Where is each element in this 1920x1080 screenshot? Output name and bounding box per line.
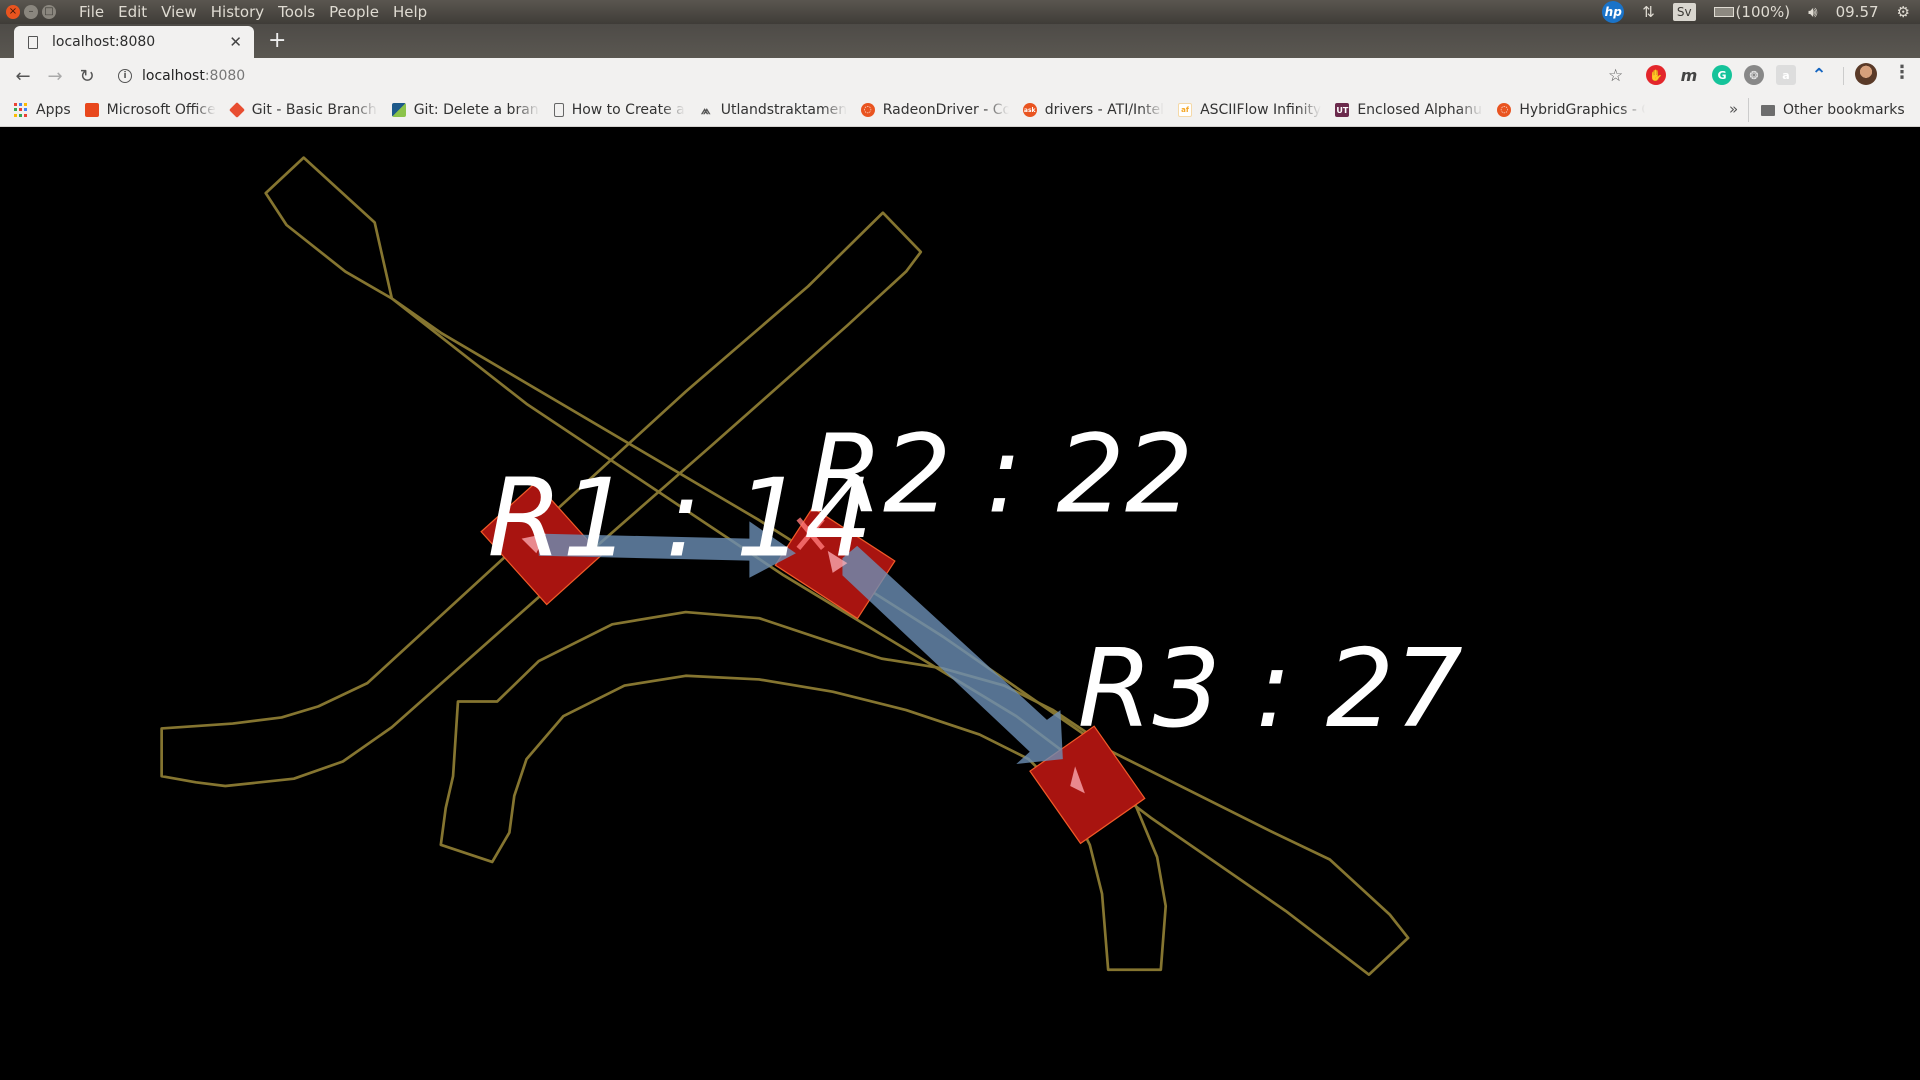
toolbar-divider (1843, 67, 1844, 85)
chat-extension-icon[interactable]: a (1776, 65, 1796, 85)
bookmarks-overflow-button[interactable]: » (1729, 100, 1738, 118)
path-arrow-r2-r3 (842, 545, 1063, 764)
menu-help[interactable]: Help (386, 3, 434, 21)
back-arrow-icon[interactable]: ← (10, 63, 36, 89)
site-info-icon[interactable]: i (118, 69, 132, 83)
system-tray: hp ⇅ Sv (100%) 🔊︎ 09.57 ⚙ (1602, 0, 1920, 24)
bookmark-how-to-create[interactable]: How to Create a (553, 98, 685, 122)
m-extension-icon[interactable]: m (1679, 65, 1699, 85)
address-port: :8080 (204, 68, 246, 84)
window-close-button[interactable]: × (6, 5, 20, 19)
bookmark-label: Git - Basic Branching (251, 102, 378, 118)
vpn-extension-icon[interactable]: ⌃ (1809, 65, 1829, 86)
apps-grid-icon (14, 103, 28, 117)
bookmark-enclosed-alphanumerics[interactable]: UT Enclosed Alphanumerics (1335, 98, 1483, 122)
adblock-icon[interactable]: ✋ (1646, 65, 1666, 85)
bookmark-label: RadeonDriver - Community (882, 102, 1009, 118)
battery-percentage: (100%) (1735, 3, 1791, 21)
browser-toolbar: ← → ↻ i localhost:8080 ☆ ✋ m G ❂ a ⌃ ⋮ (0, 58, 1920, 94)
bookmark-asciiflow[interactable]: af ASCIIFlow Infinity (1178, 98, 1321, 122)
unicode-table-icon: UT (1335, 103, 1350, 117)
bookmark-label: Microsoft Office (106, 102, 216, 118)
bookmark-radeondriver[interactable]: ◌ RadeonDriver - Community (860, 98, 1009, 122)
tab-title: localhost:8080 (52, 34, 156, 50)
bookmark-star-icon[interactable]: ☆ (1608, 66, 1623, 86)
battery-indicator[interactable]: (100%) (1713, 3, 1791, 21)
film-reel-icon[interactable]: ❂ (1744, 65, 1764, 85)
grammarly-icon[interactable]: G (1712, 65, 1732, 85)
bookmark-hybridgraphics[interactable]: ◌ HybridGraphics - Community (1497, 98, 1645, 122)
bookmark-utlandstraktamente[interactable]: ⩕ Utlandstraktamente (699, 98, 847, 122)
bookmark-git-delete-branch[interactable]: Git: Delete a branch (391, 98, 540, 122)
bookmark-label: Git: Delete a branch (413, 102, 540, 118)
tab-localhost[interactable]: localhost:8080 ✕ (14, 26, 254, 58)
profile-avatar[interactable] (1855, 63, 1877, 85)
menu-file[interactable]: File (72, 3, 111, 21)
bookmark-label: How to Create a (571, 102, 685, 118)
address-bar[interactable]: i localhost:8080 (108, 61, 1648, 91)
window-maximize-button[interactable]: □ (42, 5, 56, 19)
keyboard-layout-indicator[interactable]: Sv (1672, 3, 1696, 21)
volume-icon[interactable]: 🔊︎ (1808, 3, 1817, 21)
tab-close-icon[interactable]: ✕ (229, 33, 242, 51)
git-icon (228, 102, 245, 118)
page-icon (28, 35, 38, 49)
network-transfer-icon[interactable]: ⇅ (1642, 3, 1655, 21)
menu-view[interactable]: View (154, 3, 204, 21)
menu-tools[interactable]: Tools (271, 3, 322, 21)
bookmark-microsoft-office[interactable]: Microsoft Office (84, 98, 216, 122)
menu-edit[interactable]: Edit (111, 3, 154, 21)
power-gear-icon[interactable]: ⚙ (1897, 3, 1910, 21)
other-bookmarks-label: Other bookmarks (1783, 102, 1905, 118)
new-tab-button[interactable]: + (268, 28, 286, 53)
app-menu-bar: File Edit View History Tools People Help (72, 3, 434, 21)
menu-people[interactable]: People (322, 3, 386, 21)
ubuntu-icon: ◌ (860, 103, 875, 117)
window-minimize-button[interactable]: – (24, 5, 38, 19)
ubuntu-icon: ◌ (1497, 103, 1512, 117)
clock[interactable]: 09.57 (1836, 3, 1879, 21)
other-bookmarks-button[interactable]: Other bookmarks (1748, 98, 1905, 122)
bookmark-label: Utlandstraktamente (720, 102, 847, 118)
bookmark-label: Enclosed Alphanumerics (1357, 102, 1483, 118)
bookmark-label: Apps (36, 102, 71, 118)
region-label-r2: R2 : 22 (808, 413, 1193, 538)
git-tower-icon (391, 103, 406, 117)
address-host: localhost (142, 68, 205, 84)
bookmark-drivers-ati-intel[interactable]: ask drivers - ATI/Intel (1022, 98, 1165, 122)
road-map-canvas[interactable]: R1 : 14 R2 : 22 R3 : 27 (0, 127, 1920, 1080)
folder-icon (1761, 104, 1775, 116)
bookmark-label: ASCIIFlow Infinity (1200, 102, 1322, 118)
bookmark-git-basic-branching[interactable]: Git - Basic Branching (228, 98, 378, 122)
skatteverket-icon: ⩕ (701, 102, 711, 117)
asciiflow-icon: af (1178, 103, 1193, 117)
reload-icon[interactable]: ↻ (74, 63, 100, 89)
region-label-r3: R3 : 27 (1078, 627, 1463, 752)
tab-strip: localhost:8080 ✕ + (0, 24, 1920, 58)
hp-icon[interactable]: hp (1602, 1, 1625, 23)
page-icon (553, 103, 564, 117)
bookmark-apps[interactable]: Apps (14, 98, 71, 122)
battery-icon (1713, 7, 1734, 17)
office-icon (84, 103, 99, 117)
askubuntu-icon: ask (1022, 103, 1037, 117)
bookmarks-bar: Apps Microsoft Office Git - Basic Branch… (0, 94, 1920, 127)
menu-history[interactable]: History (204, 3, 271, 21)
os-top-panel: × – □ File Edit View History Tools Peopl… (0, 0, 1920, 24)
bookmark-label: drivers - ATI/Intel (1044, 102, 1165, 118)
page-canvas[interactable]: R1 : 14 R2 : 22 R3 : 27 (0, 127, 1920, 1080)
browser-menu-icon[interactable]: ⋮ (1893, 64, 1911, 82)
bookmark-label: HybridGraphics - Community (1519, 102, 1645, 118)
forward-arrow-icon[interactable]: → (42, 63, 68, 89)
